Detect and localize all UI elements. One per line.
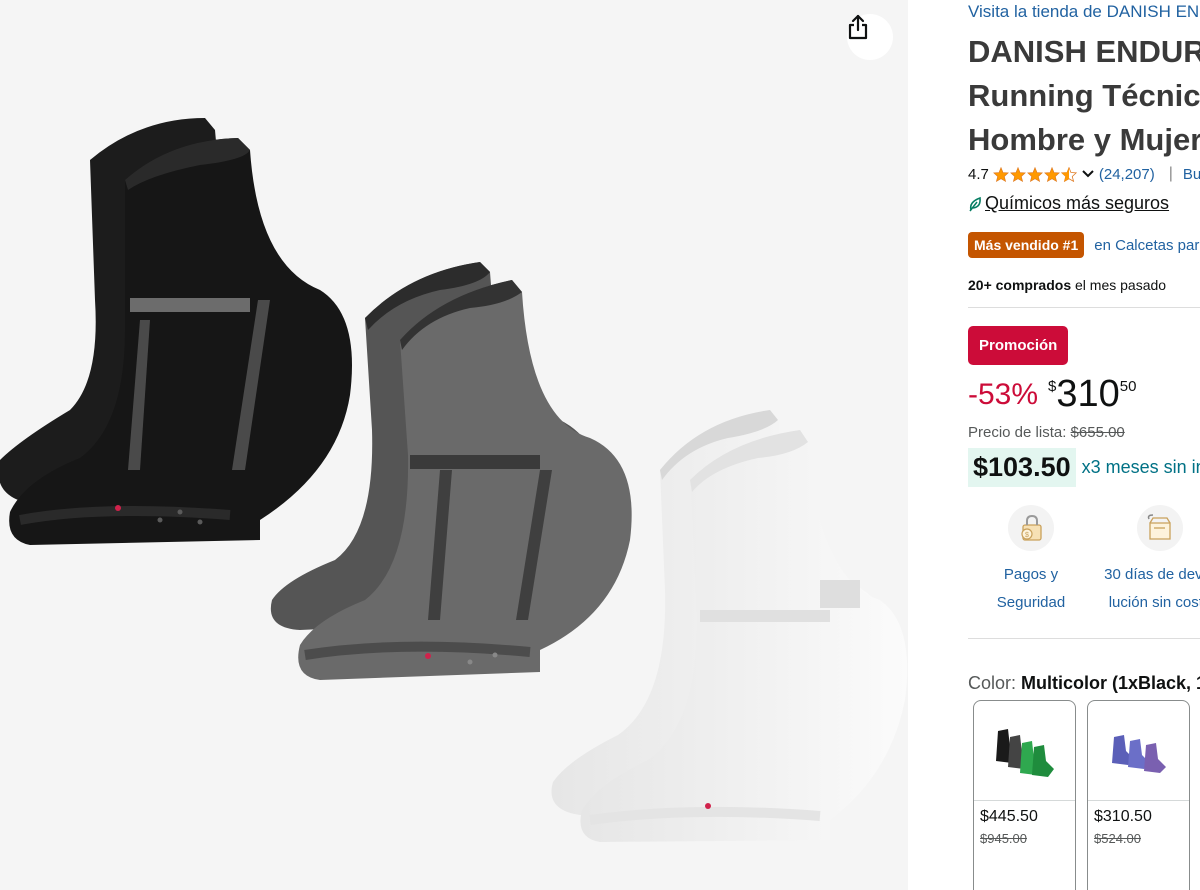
list-price: Precio de lista: $655.00 [968,424,1125,441]
product-title: DANISH ENDURANCE Calcetines de Running T… [968,30,1200,162]
star-half-icon [1060,166,1077,182]
bought-count: 20+ comprados [968,277,1072,293]
star-rating[interactable] [992,166,1078,182]
star-full-icon [1026,166,1043,182]
rating-row: 4.7 (24,207) | Buscar en esta página [968,165,1200,183]
feature-secure-payment[interactable]: $ Pagos y Seguridad [966,505,1096,617]
rating-separator: | [1168,165,1173,182]
swatch-thumbnail [974,701,1075,801]
bestseller-row: Más vendido #1 en Calcetas para correr [968,232,1200,258]
product-image[interactable] [0,0,908,890]
swatch-list-price: $945.00 [980,831,1027,846]
svg-text:$: $ [1025,532,1029,539]
selected-color: Multicolor (1xBlack, 1xGrey, 1xWhite) [1021,673,1200,693]
share-button[interactable] [847,14,893,60]
color-selector-label: Color: Multicolor (1xBlack, 1xGrey, 1xWh… [968,673,1200,694]
bestseller-badge[interactable]: Más vendido #1 [968,232,1085,258]
installment-link[interactable]: x3 meses sin intereses [1082,457,1200,478]
feature-label-2a: 30 días de devo- [1104,566,1200,583]
discount-percent: -53% [968,378,1039,411]
title-line-3: Hombre y Mujer [968,122,1200,157]
swatch-thumbnail [1088,701,1189,801]
leaf-icon [969,196,981,211]
divider [968,638,1200,639]
store-link[interactable]: Visita la tienda de DANISH ENDURANCE [968,2,1200,22]
bought-last-month: 20+ comprados el mes pasado [968,277,1166,293]
rating-count-link[interactable]: (24,207) [1099,166,1155,183]
title-line-1: DANISH ENDURANCE Calcetines de [968,34,1200,69]
list-price-label: Precio de lista: [968,424,1071,441]
color-label-prefix: Color: [968,673,1022,693]
swatch-list-price: $524.00 [1094,831,1141,846]
installment-row: $103.50 x3 meses sin intereses [968,448,1200,487]
share-icon [848,14,868,40]
search-page-link[interactable]: Buscar en esta página [1183,166,1200,183]
star-full-icon [1009,166,1026,182]
bought-period: el mes pasado [1071,277,1167,293]
title-line-2: Running Técnicos Transpirables para [968,78,1200,113]
safer-chemicals-badge[interactable]: Químicos más seguros [968,193,1169,214]
sock-black-front [9,138,353,545]
price-row: -53% $ 310 50 [968,372,1136,416]
promotion-badge: Promoción [968,326,1069,365]
feature-label-1a: Pagos y [1003,566,1059,583]
feature-free-returns[interactable]: 30 días de devo- lución sin costo [1095,505,1200,617]
swatch-price: $445.50 [980,808,1038,825]
chevron-down-icon[interactable] [1081,169,1095,179]
bestseller-category-link[interactable]: en Calcetas para correr [1094,237,1200,254]
product-info-panel: Visita la tienda de DANISH ENDURANCE DAN… [908,0,1200,890]
return-box-icon [1137,505,1183,551]
safer-chemicals-label[interactable]: Químicos más seguros [985,193,1169,214]
price-whole: 310 [1056,373,1120,415]
list-price-value: $655.00 [1070,424,1125,441]
feature-label-1b: Seguridad [996,594,1066,611]
star-full-icon [992,166,1009,182]
swatch-price: $310.50 [1094,808,1152,825]
color-swatch-option[interactable]: $445.50 $945.00 [973,700,1076,890]
divider [968,307,1200,308]
installment-price: $103.50 [968,448,1076,487]
color-swatch-option[interactable]: $310.50 $524.00 [1087,700,1190,890]
price-symbol: $ [1048,378,1057,395]
rating-value: 4.7 [968,165,989,183]
price-fraction: 50 [1119,378,1137,395]
star-full-icon [1043,166,1060,182]
product-image-gallery[interactable] [0,0,908,890]
current-price: $ 310 50 [1048,372,1136,416]
feature-label-2b: lución sin costo [1108,594,1200,611]
secure-payment-icon: $ [1008,505,1054,551]
